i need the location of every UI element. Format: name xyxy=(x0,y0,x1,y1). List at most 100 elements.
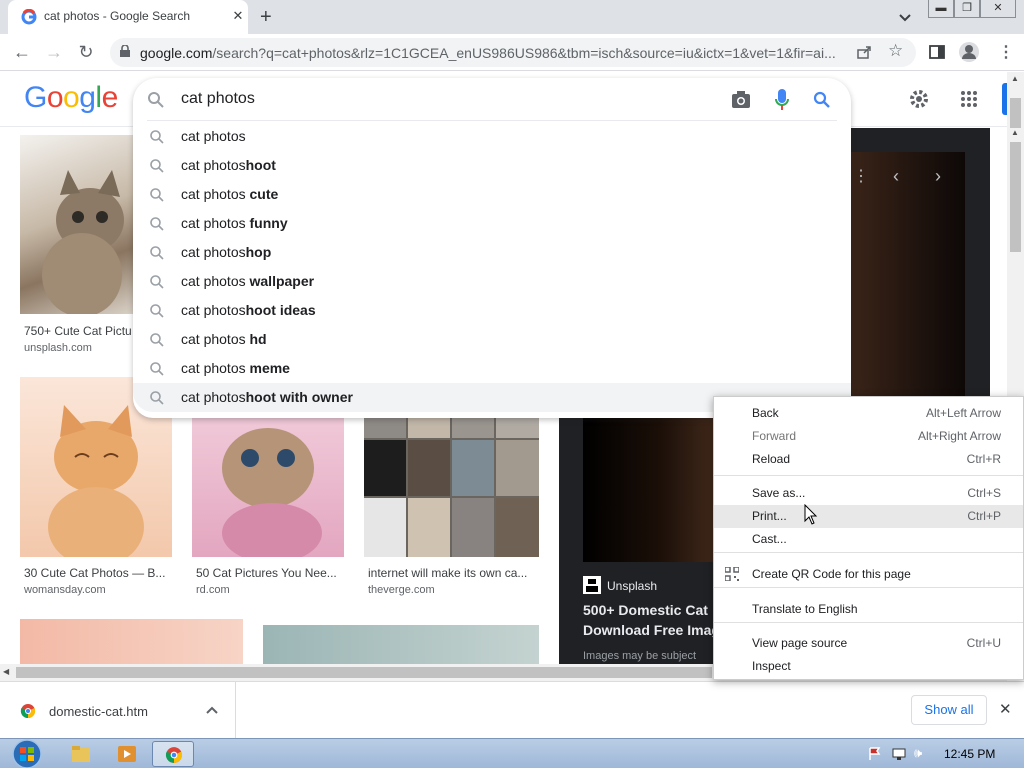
search-suggestion[interactable]: cat photoshop xyxy=(133,238,851,267)
menu-item-translate[interactable]: Translate to English xyxy=(714,598,1023,621)
search-suggestion[interactable]: cat photoshoot ideas xyxy=(133,296,851,325)
search-icon xyxy=(150,275,164,289)
menu-separator xyxy=(714,475,1023,476)
taskbar-chrome[interactable] xyxy=(152,741,194,767)
scroll-up-arrow-icon[interactable]: ▲ xyxy=(1011,128,1019,137)
menu-item-reload[interactable]: Reload Ctrl+R xyxy=(714,448,1023,471)
share-icon[interactable] xyxy=(856,44,872,60)
suggestion-completion: meme xyxy=(249,360,290,376)
result-caption[interactable]: 30 Cute Cat Photos — B... xyxy=(24,566,165,580)
menu-item-view-page-source[interactable]: View page source Ctrl+U xyxy=(714,632,1023,655)
tab-close-icon[interactable]: ✕ xyxy=(230,8,246,24)
action-center-flag-icon[interactable] xyxy=(868,747,882,761)
result-image-cat-collage[interactable] xyxy=(364,418,539,557)
result-caption[interactable]: internet will make its own ca... xyxy=(368,566,527,580)
search-icon xyxy=(150,130,164,144)
preview-title-line2[interactable]: Download Free Imag xyxy=(583,622,720,638)
suggestion-completion: funny xyxy=(249,215,288,231)
reload-icon[interactable]: ↻ xyxy=(74,40,98,64)
suggestion-text: cat photoshoot xyxy=(181,157,276,173)
browser-tab[interactable]: cat photos - Google Search ✕ xyxy=(8,0,248,34)
side-panel-icon[interactable] xyxy=(929,44,945,60)
preview-source[interactable]: Unsplash xyxy=(607,579,657,593)
suggestion-text: cat photoshop xyxy=(181,244,271,260)
result-domain: unsplash.com xyxy=(24,342,92,354)
taskbar-clock[interactable]: 12:45 PM xyxy=(944,747,995,761)
download-item[interactable]: domestic-cat.htm xyxy=(0,682,236,738)
suggestion-completion: hop xyxy=(245,244,272,260)
preview-title-line1[interactable]: 500+ Domestic Cat xyxy=(583,602,708,618)
suggestion-text: cat photos hd xyxy=(181,331,267,347)
search-suggestion[interactable]: cat photos funny xyxy=(133,209,851,238)
menu-item-label: Translate to English xyxy=(752,602,858,616)
scrollbar-thumb[interactable] xyxy=(1010,142,1021,252)
taskbar-explorer[interactable] xyxy=(60,741,102,767)
google-apps-icon[interactable] xyxy=(960,90,978,108)
menu-item-create-qr-code[interactable]: Create QR Code for this page xyxy=(714,563,1023,586)
microphone-icon[interactable] xyxy=(775,89,789,111)
search-input[interactable]: cat photos xyxy=(181,90,255,108)
menu-item-cast[interactable]: Cast... xyxy=(714,528,1023,551)
suggestion-completion: hoot with owner xyxy=(245,389,353,405)
close-download-bar-icon[interactable]: ✕ xyxy=(999,700,1012,718)
camera-lens-icon[interactable] xyxy=(731,91,751,109)
minimize-button[interactable]: ▬ xyxy=(928,0,954,18)
address-bar[interactable]: google.com/search?q=cat+photos&rlz=1C1GC… xyxy=(110,38,916,67)
scrollbar-thumb[interactable] xyxy=(16,667,712,678)
menu-item-back[interactable]: Back Alt+Left Arrow xyxy=(714,402,1023,425)
back-arrow-icon[interactable]: ← xyxy=(10,40,34,64)
suggestion-completion: hoot ideas xyxy=(245,302,316,318)
tab-search-chevron-icon[interactable] xyxy=(896,8,914,26)
chrome-menu-icon[interactable]: ⋮ xyxy=(998,42,1014,62)
show-all-button[interactable]: Show all xyxy=(911,695,987,725)
menu-item-save-as[interactable]: Save as... Ctrl+S xyxy=(714,482,1023,505)
close-window-button[interactable]: ✕ xyxy=(980,0,1016,18)
forward-arrow-icon[interactable]: → xyxy=(42,40,66,64)
result-image-kitten-tabby[interactable] xyxy=(20,135,133,314)
search-suggestion[interactable]: cat photos xyxy=(133,122,851,151)
result-image-bottom-mid[interactable] xyxy=(263,625,539,664)
restore-button[interactable]: ❐ xyxy=(954,0,980,18)
suggestion-completion: hd xyxy=(249,331,267,347)
more-options-icon[interactable]: ⋮ xyxy=(853,166,869,186)
tab-title: cat photos - Google Search xyxy=(44,9,191,23)
scroll-up-arrow-icon[interactable]: ▲ xyxy=(1011,74,1019,83)
suggestion-prefix: cat photos xyxy=(181,389,246,405)
bookmark-star-icon[interactable]: ☆ xyxy=(888,41,903,61)
menu-item-print[interactable]: Print... Ctrl+P xyxy=(714,505,1023,528)
cat-collage-image-icon xyxy=(364,418,539,557)
search-suggestion[interactable]: cat photos cute xyxy=(133,180,851,209)
search-submit-icon[interactable] xyxy=(813,91,831,109)
previous-image-icon[interactable]: ‹ xyxy=(893,166,899,187)
menu-item-label: Create QR Code for this page xyxy=(752,567,911,581)
taskbar-media-player[interactable] xyxy=(106,741,148,767)
download-bar: domestic-cat.htm Show all ✕ xyxy=(0,681,1024,738)
result-image-kitten-pink[interactable] xyxy=(192,418,344,557)
result-image-bottom-left[interactable] xyxy=(20,619,243,664)
mouse-cursor-icon xyxy=(804,504,818,525)
scroll-left-arrow-icon[interactable]: ◀ xyxy=(3,667,9,676)
search-suggestion[interactable]: cat photos hd xyxy=(133,325,851,354)
network-icon[interactable] xyxy=(892,747,906,761)
result-caption[interactable]: 750+ Cute Cat Pictu xyxy=(24,324,132,338)
menu-item-inspect[interactable]: Inspect xyxy=(714,655,1023,678)
chevron-up-icon[interactable] xyxy=(206,705,218,715)
settings-gear-icon[interactable] xyxy=(908,88,930,110)
menu-item-forward[interactable]: Forward Alt+Right Arrow xyxy=(714,425,1023,448)
preview-copyright-note: Images may be subject xyxy=(583,650,697,662)
scrollbar-thumb[interactable] xyxy=(1010,98,1021,128)
profile-avatar-icon[interactable] xyxy=(958,41,980,63)
next-image-icon[interactable]: › xyxy=(935,166,941,187)
search-suggestion[interactable]: cat photoshoot xyxy=(133,151,851,180)
search-suggestion[interactable]: cat photos meme xyxy=(133,354,851,383)
google-logo[interactable]: Google xyxy=(24,81,118,115)
volume-icon[interactable]: 🕪 xyxy=(914,745,922,761)
menu-item-shortcut: Ctrl+S xyxy=(967,486,1001,500)
windows-taskbar: 🕪 12:45 PM xyxy=(0,738,1024,768)
result-caption[interactable]: 50 Cat Pictures You Nee... xyxy=(196,566,337,580)
new-tab-button[interactable]: + xyxy=(260,7,272,27)
search-suggestion[interactable]: cat photos wallpaper xyxy=(133,267,851,296)
windows-start-icon[interactable] xyxy=(8,738,46,768)
page-scrollbar[interactable]: ▲ xyxy=(1007,72,1024,128)
tab-strip: cat photos - Google Search ✕ + ▬ ❐ ✕ xyxy=(0,0,1024,34)
